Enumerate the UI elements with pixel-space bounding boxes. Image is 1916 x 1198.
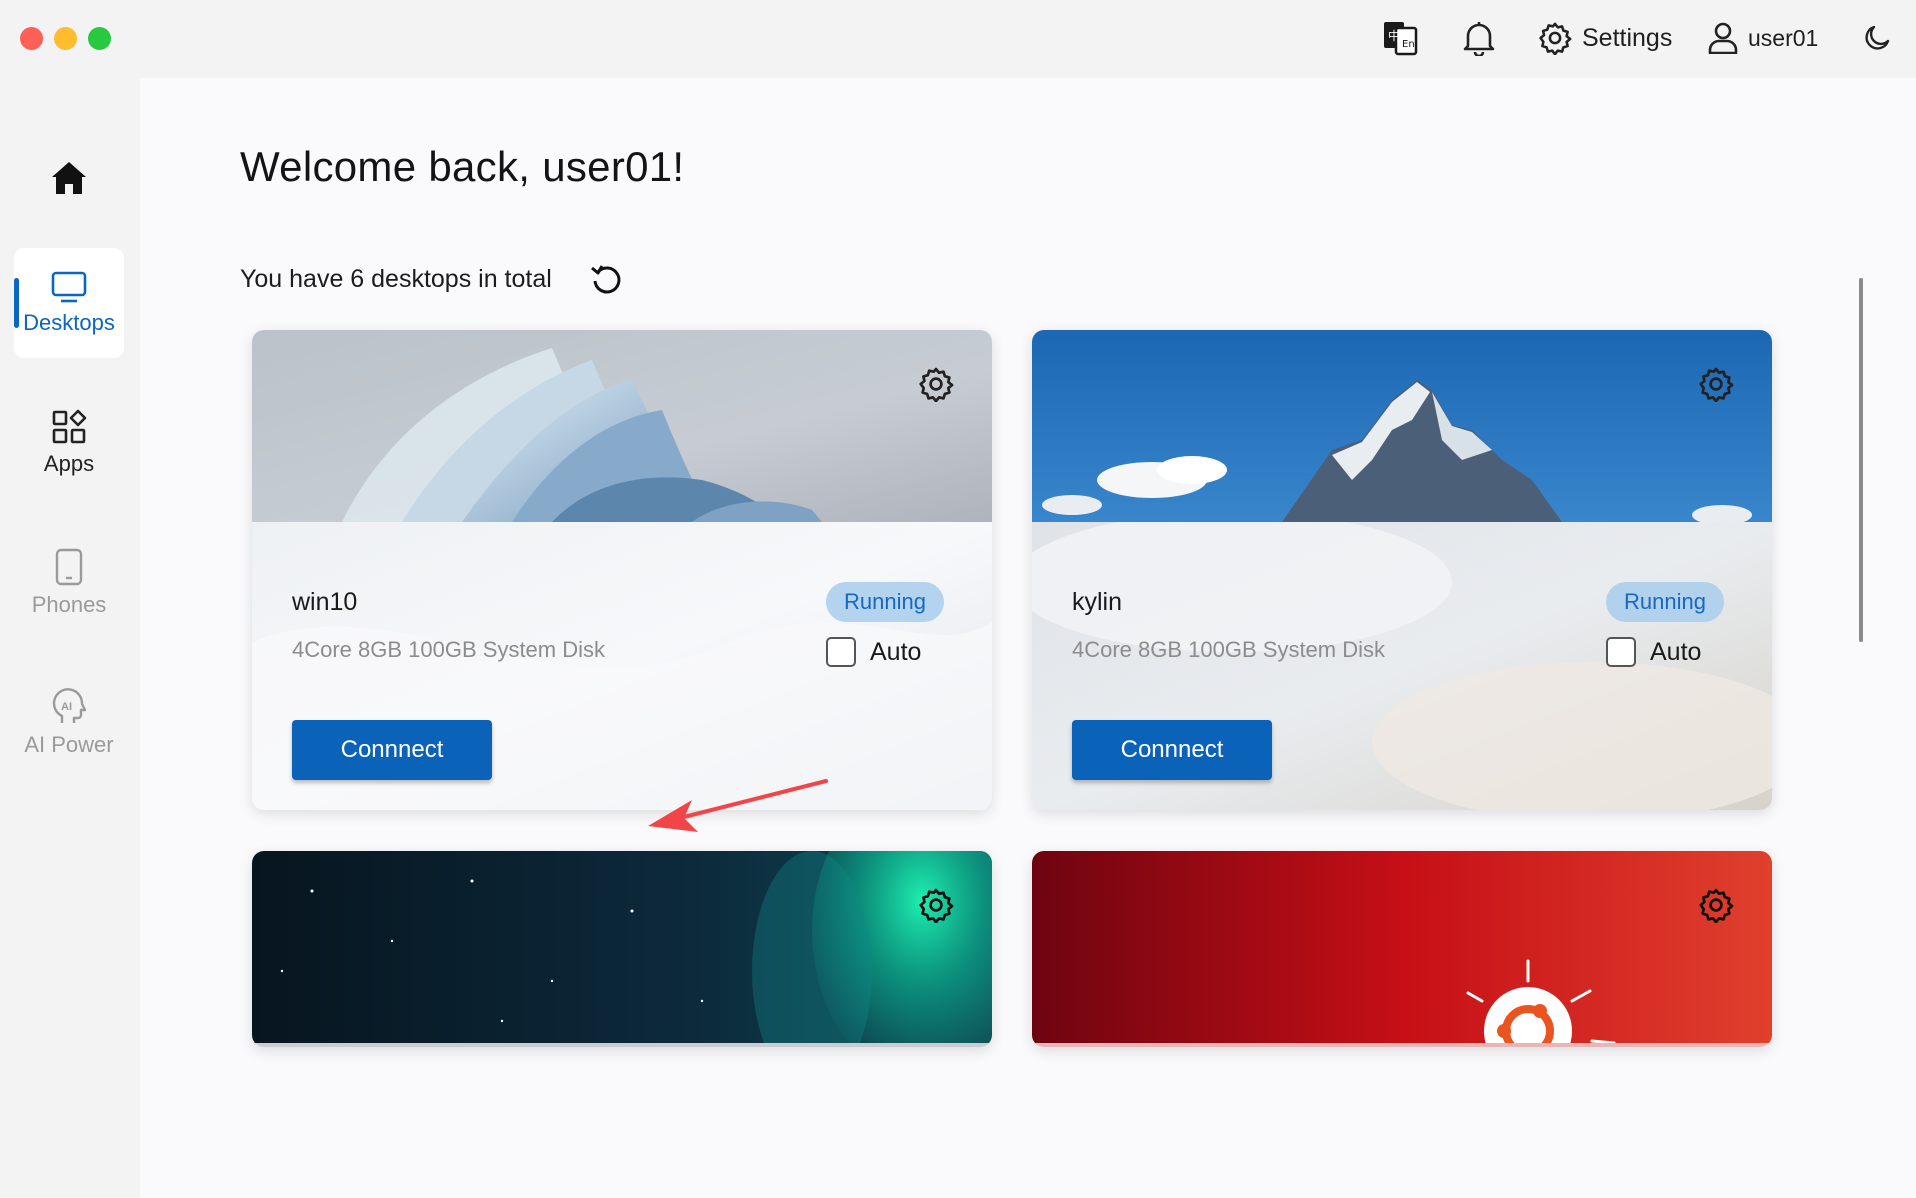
connect-button[interactable]: Connnect [1072, 720, 1272, 780]
sidebar-item-apps[interactable]: Apps [14, 388, 124, 498]
auto-label: Auto [1650, 637, 1702, 666]
refresh-icon [590, 265, 621, 294]
notifications-button[interactable] [1462, 18, 1496, 58]
ubuntu-wallpaper [1032, 851, 1772, 1047]
desktop-settings-button[interactable] [918, 366, 954, 403]
title-bar: 中 En Settings user01 [0, 0, 1916, 78]
phone-icon [55, 548, 83, 586]
moon-icon [1865, 25, 1890, 50]
monitor-icon [51, 271, 87, 303]
desktop-card-kylin: kylin 4Core 8GB 100GB System Disk Runnin… [1032, 330, 1772, 810]
desktop-card-3 [252, 851, 992, 1047]
aurora-wallpaper [252, 851, 992, 1047]
windows-bloom-wallpaper [252, 330, 992, 522]
desktop-settings-button[interactable] [1698, 887, 1734, 924]
connect-button[interactable]: Connnect [292, 720, 492, 780]
auto-checkbox[interactable] [826, 637, 856, 667]
maximize-window-button[interactable] [88, 27, 111, 50]
gear-icon [1699, 367, 1734, 403]
home-icon [52, 162, 86, 194]
mountain-wallpaper [1032, 330, 1772, 525]
svg-text:AI: AI [61, 701, 72, 713]
username-label: user01 [1748, 24, 1819, 51]
desktop-wallpaper [252, 330, 992, 522]
user-menu-button[interactable]: user01 [1708, 18, 1818, 58]
apps-grid-icon [52, 409, 87, 444]
sidebar-item-label: AI Power [24, 732, 114, 757]
gear-icon [1699, 888, 1734, 924]
desktop-card-4 [1032, 851, 1772, 1047]
scrollbar[interactable] [1859, 278, 1863, 642]
desktop-summary: You have 6 desktops in total [240, 261, 624, 297]
refresh-button[interactable] [588, 261, 624, 297]
auto-start-toggle: Auto [826, 632, 921, 672]
ai-head-icon: AI [52, 688, 87, 723]
status-badge: Running [1606, 582, 1724, 622]
svg-text:En: En [1402, 39, 1415, 50]
svg-text:中: 中 [1388, 28, 1400, 43]
bell-icon [1463, 22, 1495, 56]
desktop-spec: 4Core 8GB 100GB System Disk [1072, 637, 1386, 662]
desktop-settings-button[interactable] [1698, 366, 1734, 403]
auto-start-toggle: Auto [1606, 632, 1701, 672]
gear-icon [919, 888, 954, 924]
language-toggle-button[interactable]: 中 En [1380, 18, 1420, 58]
desktop-name: win10 [292, 588, 358, 616]
close-window-button[interactable] [20, 27, 43, 50]
main-content: Welcome back, user01! You have 6 desktop… [140, 78, 1916, 1198]
desktop-settings-button[interactable] [918, 887, 954, 924]
settings-label: Settings [1582, 23, 1673, 52]
desktop-count-text: You have 6 desktops in total [240, 264, 552, 293]
auto-label: Auto [870, 637, 922, 666]
annotation-arrow [648, 779, 828, 832]
card-edge [1032, 1043, 1772, 1047]
translate-icon: 中 En [1384, 22, 1418, 56]
sidebar-item-ai-power[interactable]: AI AI Power [14, 668, 124, 778]
sidebar-item-label: Apps [43, 451, 95, 476]
settings-button[interactable]: Settings [1538, 18, 1672, 58]
desktop-spec: 4Core 8GB 100GB System Disk [292, 637, 606, 662]
desktop-card-win10: win10 4Core 8GB 100GB System Disk Runnin… [252, 330, 992, 810]
user-icon [1708, 22, 1738, 54]
card-edge [252, 1043, 992, 1047]
sidebar-item-phones[interactable]: Phones [14, 528, 124, 638]
sidebar: Desktops Apps Phones AI AI Power [0, 78, 140, 1198]
minimize-window-button[interactable] [54, 27, 77, 50]
gear-icon [919, 367, 954, 403]
desktop-name: kylin [1072, 588, 1123, 616]
sidebar-item-home[interactable] [14, 138, 124, 218]
sidebar-item-label: Phones [31, 592, 107, 617]
sidebar-item-desktops[interactable]: Desktops [14, 248, 124, 358]
desktop-wallpaper [1032, 851, 1772, 1047]
desktop-wallpaper [1032, 330, 1772, 525]
status-badge: Running [826, 582, 944, 622]
page-title: Welcome back, user01! [240, 143, 685, 190]
desktop-wallpaper [252, 851, 992, 1047]
theme-toggle-button[interactable] [1862, 18, 1892, 58]
auto-checkbox[interactable] [1606, 637, 1636, 667]
gear-icon [1539, 22, 1572, 55]
sidebar-item-label: Desktops [23, 310, 115, 335]
